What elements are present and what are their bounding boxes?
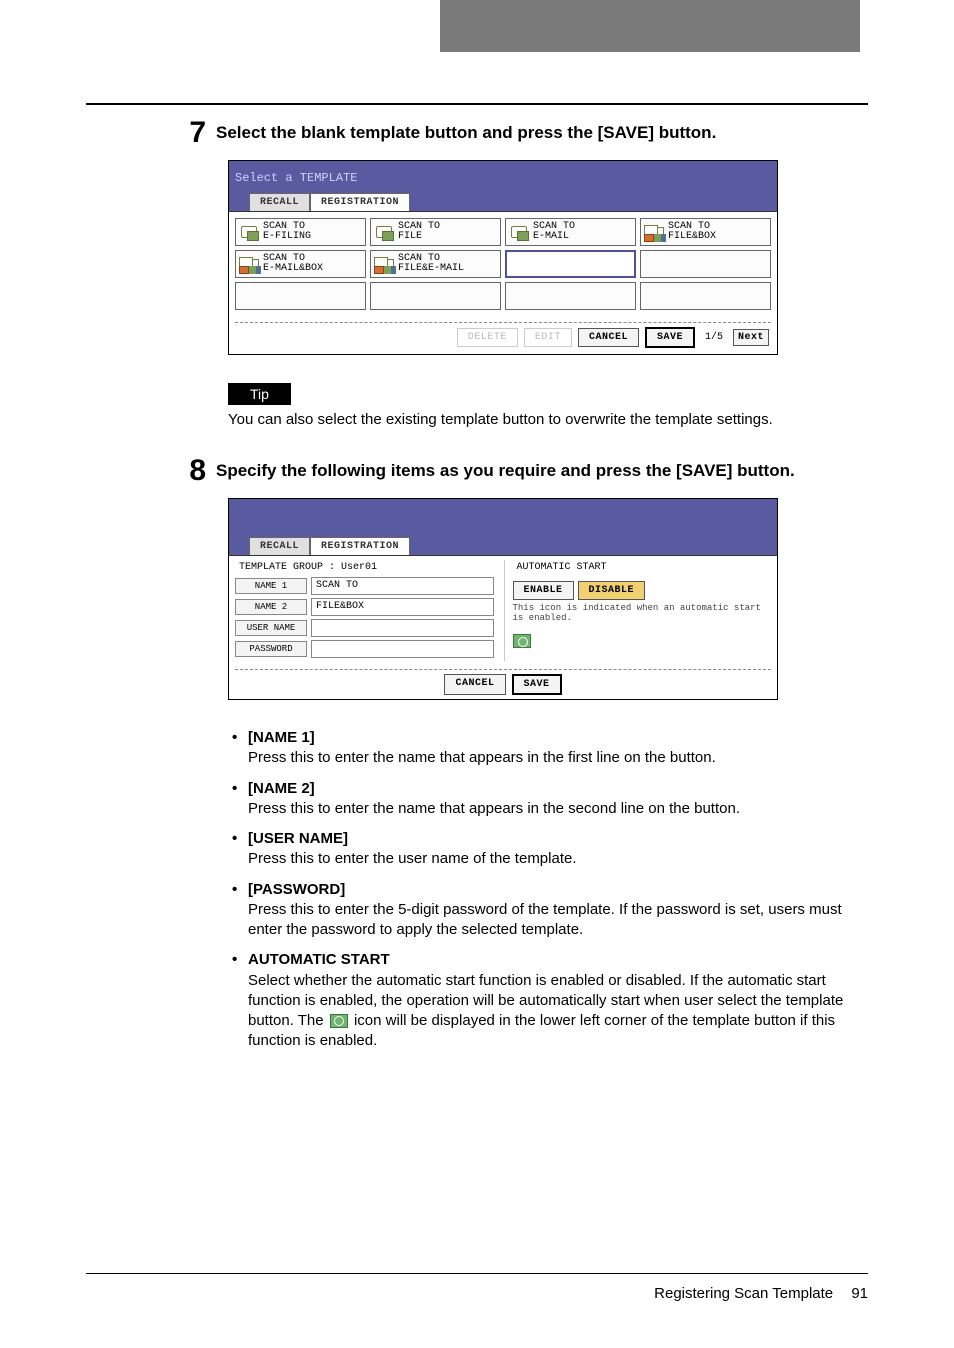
name2-button[interactable]: NAME 2 <box>235 599 307 615</box>
scan-icon <box>509 222 529 242</box>
def-password: [PASSWORD] Press this to enter the 5-dig… <box>228 880 868 941</box>
next-button[interactable]: Next <box>733 329 769 346</box>
page-footer: Registering Scan Template 91 <box>654 1285 868 1302</box>
page-content: 7 Select the blank template button and p… <box>180 118 868 1062</box>
save-button[interactable]: SAVE <box>512 674 562 695</box>
tab-recall[interactable]: RECALL <box>249 193 310 211</box>
def-username: [USER NAME] Press this to enter the user… <box>228 829 868 870</box>
top-rule <box>86 103 868 105</box>
def-autostart: AUTOMATIC START Select whether the autom… <box>228 950 868 1051</box>
name1-field[interactable]: SCAN TO <box>311 577 494 595</box>
def-desc: Press this to enter the name that appear… <box>248 800 740 817</box>
template-line2: E-MAIL&BOX <box>263 264 323 274</box>
username-field[interactable] <box>311 619 494 637</box>
username-button[interactable]: USER NAME <box>235 620 307 636</box>
template-area: SCAN TOE-FILING SCAN TOFILE SCAN TOE-MAI… <box>229 211 777 354</box>
def-name2: [NAME 2] Press this to enter the name th… <box>228 779 868 820</box>
cancel-button[interactable]: CANCEL <box>578 328 639 347</box>
tip-text: You can also select the existing templat… <box>228 411 868 428</box>
footer-rule <box>86 1273 868 1274</box>
enable-button[interactable]: ENABLE <box>513 581 574 600</box>
tab-bar: RECALL REGISTRATION <box>229 533 777 555</box>
delete-button[interactable]: DELETE <box>457 328 518 347</box>
def-desc: Press this to enter the name that appear… <box>248 749 716 766</box>
autostart-icon <box>330 1014 348 1028</box>
template-button-blank[interactable] <box>640 282 771 310</box>
tab-registration[interactable]: REGISTRATION <box>310 537 410 555</box>
step-8: 8 Specify the following items as you req… <box>180 456 868 486</box>
template-button[interactable]: SCAN TOE-MAIL&BOX <box>235 250 366 278</box>
template-button[interactable]: SCAN TOE-MAIL <box>505 218 636 246</box>
screenshot-template-form: RECALL REGISTRATION TEMPLATE GROUP : Use… <box>228 498 778 700</box>
step-instruction: Select the blank template button and pre… <box>216 118 868 144</box>
step-7: 7 Select the blank template button and p… <box>180 118 868 148</box>
screen-title-blank <box>229 499 777 533</box>
disable-button[interactable]: DISABLE <box>578 581 646 600</box>
autostart-icon <box>513 634 531 648</box>
scan-icon <box>374 222 394 242</box>
template-button[interactable]: SCAN TOFILE&E-MAIL <box>370 250 501 278</box>
name1-button[interactable]: NAME 1 <box>235 578 307 594</box>
def-title: [NAME 1] <box>248 729 315 746</box>
footer-text: Registering Scan Template <box>654 1285 833 1302</box>
def-title: [USER NAME] <box>248 830 348 847</box>
group-label: TEMPLATE GROUP <box>239 562 323 573</box>
def-title: [NAME 2] <box>248 780 315 797</box>
header-gray-block <box>440 0 860 52</box>
step-number: 8 <box>180 456 216 486</box>
template-button[interactable]: SCAN TOFILE <box>370 218 501 246</box>
template-button-blank-selected[interactable] <box>505 250 636 278</box>
tab-bar: RECALL REGISTRATION <box>229 189 777 211</box>
scan-multi-icon <box>374 254 394 274</box>
template-button[interactable]: SCAN TOE-FILING <box>235 218 366 246</box>
auto-hint: This icon is indicated when an automatic… <box>513 604 772 624</box>
screenshot-template-select: Select a TEMPLATE RECALL REGISTRATION SC… <box>228 160 778 355</box>
template-button[interactable]: SCAN TOFILE&BOX <box>640 218 771 246</box>
template-group-row: TEMPLATE GROUP : User01 <box>235 560 494 577</box>
template-button-blank[interactable] <box>370 282 501 310</box>
tab-registration[interactable]: REGISTRATION <box>310 193 410 211</box>
template-button-blank[interactable] <box>505 282 636 310</box>
template-line2: FILE <box>398 232 440 242</box>
page-indicator: 1/5 <box>701 332 727 343</box>
scan-icon <box>239 222 259 242</box>
edit-button[interactable]: EDIT <box>524 328 572 347</box>
step-number: 7 <box>180 118 216 148</box>
def-name1: [NAME 1] Press this to enter the name th… <box>228 728 868 769</box>
template-button-blank[interactable] <box>640 250 771 278</box>
definition-list: [NAME 1] Press this to enter the name th… <box>228 728 868 1052</box>
template-line2: E-MAIL <box>533 232 575 242</box>
template-line2: FILE&BOX <box>668 232 716 242</box>
page-number: 91 <box>851 1285 868 1302</box>
tab-recall[interactable]: RECALL <box>249 537 310 555</box>
tip-badge: Tip <box>228 383 291 405</box>
template-button-blank[interactable] <box>235 282 366 310</box>
password-button[interactable]: PASSWORD <box>235 641 307 657</box>
scan-multi-icon <box>239 254 259 274</box>
group-value: : User01 <box>329 562 377 573</box>
scan-multi-icon <box>644 222 664 242</box>
def-title: [PASSWORD] <box>248 881 345 898</box>
template-line2: FILE&E-MAIL <box>398 264 464 274</box>
automatic-start-label: AUTOMATIC START <box>513 560 772 577</box>
cancel-button[interactable]: CANCEL <box>444 674 505 695</box>
step-instruction: Specify the following items as you requi… <box>216 456 868 482</box>
save-button[interactable]: SAVE <box>645 327 695 348</box>
password-field[interactable] <box>311 640 494 658</box>
def-desc: Press this to enter the user name of the… <box>248 850 577 867</box>
template-line2: E-FILING <box>263 232 311 242</box>
def-title: AUTOMATIC START <box>248 951 390 968</box>
def-desc: Press this to enter the 5-digit password… <box>248 901 842 938</box>
name2-field[interactable]: FILE&BOX <box>311 598 494 616</box>
screen-title: Select a TEMPLATE <box>229 161 777 189</box>
